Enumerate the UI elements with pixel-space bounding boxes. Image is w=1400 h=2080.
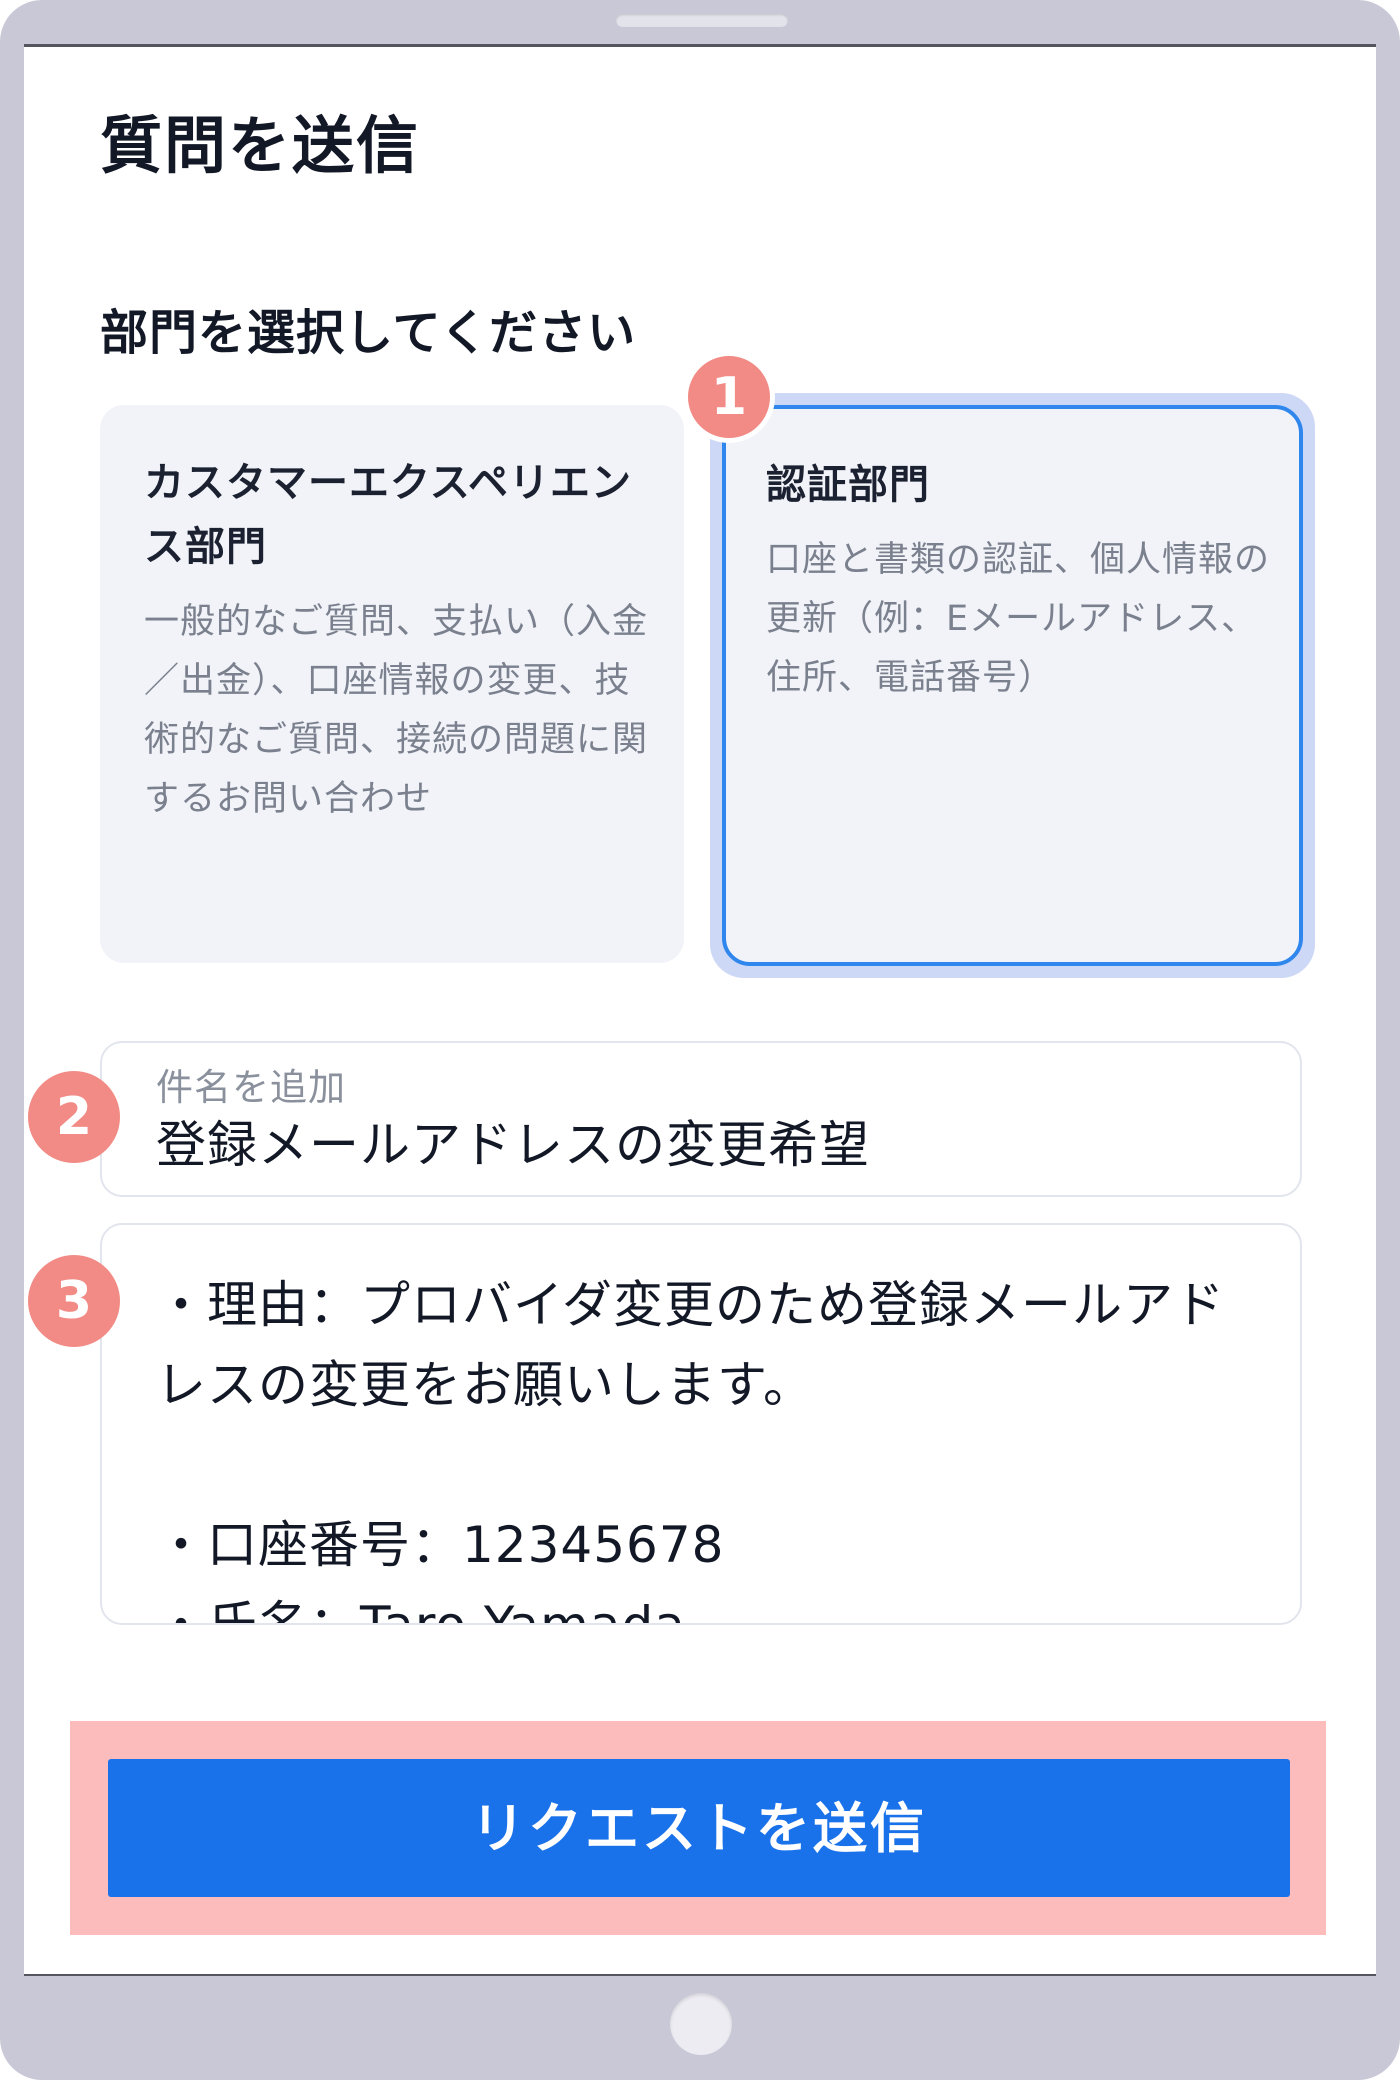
- department-card-verification[interactable]: 認証部門 口座と書類の認証、個人情報の更新（例：Eメールアドレス、住所、電話番号…: [722, 405, 1303, 966]
- message-field[interactable]: ・理由：プロバイダ変更のため登録メールアドレスの変更をお願いします。 ・口座番号…: [100, 1223, 1302, 1625]
- department-title: 認証部門: [766, 462, 930, 508]
- subject-label: 件名を追加: [156, 1066, 346, 1109]
- step-badge-3: 3: [28, 1255, 120, 1347]
- submit-request-button[interactable]: リクエストを送信: [108, 1759, 1290, 1897]
- page-title: 質問を送信: [100, 109, 421, 182]
- department-description: 口座と書類の認証、個人情報の更新（例：Eメールアドレス、住所、電話番号）: [766, 540, 1271, 698]
- message-textarea[interactable]: ・理由：プロバイダ変更のため登録メールアドレスの変更をお願いします。 ・口座番号…: [156, 1265, 1256, 1623]
- tablet-frame: 質問を送信 部門を選択してください カスタマーエクスペリエンス部門 一般的なご質…: [0, 0, 1400, 2080]
- department-section-title: 部門を選択してください: [100, 305, 637, 361]
- app-screen: 質問を送信 部門を選択してください カスタマーエクスペリエンス部門 一般的なご質…: [24, 44, 1376, 1976]
- department-title: カスタマーエクスペリエンス部門: [144, 460, 632, 570]
- department-description: 一般的なご質問、支払い（入金／出金）、口座情報の変更、技術的なご質問、接続の問題…: [144, 602, 649, 819]
- subject-field[interactable]: 件名を追加 登録メールアドレスの変更希望: [100, 1041, 1302, 1197]
- subject-input[interactable]: 登録メールアドレスの変更希望: [156, 1105, 870, 1177]
- speaker-grille: [616, 14, 788, 27]
- home-button[interactable]: [670, 1993, 732, 2055]
- step-badge-2: 2: [28, 1071, 120, 1163]
- department-card-customer-experience[interactable]: カスタマーエクスペリエンス部門 一般的なご質問、支払い（入金／出金）、口座情報の…: [100, 405, 684, 963]
- step-badge-1: 1: [683, 351, 775, 443]
